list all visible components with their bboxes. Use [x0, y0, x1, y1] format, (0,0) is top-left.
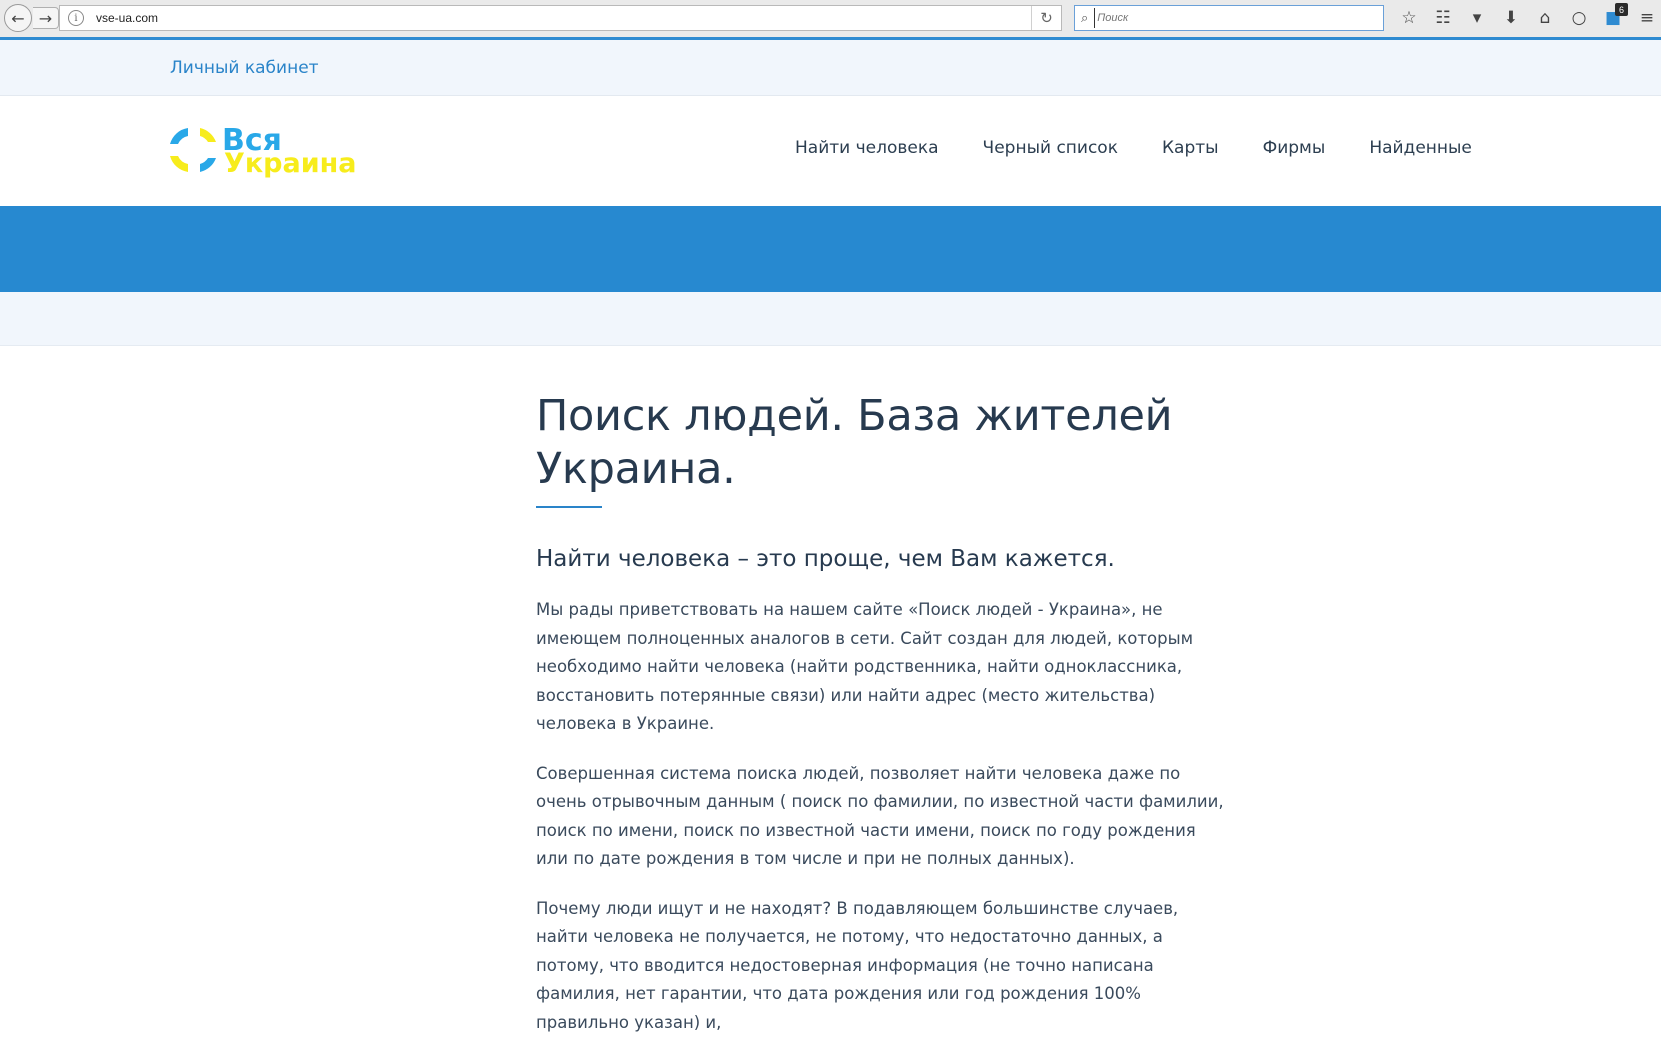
intro-paragraph: Мы рады приветствовать на нашем сайте «П… [536, 596, 1226, 739]
arrow-left-icon: ← [11, 9, 24, 28]
nav-black-list[interactable]: Черный список [983, 138, 1118, 158]
magnifier-icon: ⌕ [1081, 11, 1088, 26]
download-arrow-icon[interactable]: ⬇ [1494, 4, 1528, 32]
info-icon[interactable]: i [68, 10, 84, 26]
browser-search-input[interactable] [1094, 8, 1354, 28]
nav-find-person[interactable]: Найти человека [795, 138, 939, 158]
account-icon[interactable]: ■ 6 [1596, 4, 1630, 32]
pocket-icon[interactable]: ▾ [1460, 4, 1494, 32]
nav-found[interactable]: Найденные [1369, 138, 1472, 158]
site-logo[interactable]: Вся Украина [164, 120, 364, 180]
page-title: Поиск людей. База жителей Украина. [536, 390, 1226, 496]
toolbar-icons: ☆ ☷ ▾ ⬇ ⌂ ○ ■ 6 ≡ [1392, 4, 1661, 32]
site-header: Вся Украина Найти человека Черный список… [0, 96, 1661, 206]
url-text[interactable]: vse-ua.com [96, 11, 158, 25]
star-icon[interactable]: ☆ [1392, 4, 1426, 32]
browser-toolbar: ← → i vse-ua.com ↻ ⌕ ☆ ☷ ▾ ⬇ ⌂ ○ ■ 6 ≡ [0, 0, 1661, 40]
site-topbar: Личный кабинет [0, 40, 1661, 96]
hero-banner [0, 206, 1661, 292]
address-bar[interactable]: i vse-ua.com ↻ [59, 5, 1062, 31]
forward-button[interactable]: → [33, 7, 59, 29]
clipboard-icon[interactable]: ☷ [1426, 4, 1460, 32]
reload-button[interactable]: ↻ [1031, 6, 1061, 30]
personal-account-link[interactable]: Личный кабинет [170, 58, 319, 78]
nav-maps[interactable]: Карты [1162, 138, 1219, 158]
logo-text-line2: Украина [224, 148, 356, 179]
logo-ring-icon [170, 128, 216, 172]
page-subtitle: Найти человека – это проще, чем Вам каже… [536, 544, 1226, 574]
notification-badge: 6 [1615, 3, 1628, 16]
title-underline [536, 506, 602, 508]
speech-bubble-icon[interactable]: ○ [1562, 4, 1596, 32]
arrow-right-icon: → [39, 9, 52, 28]
nav-companies[interactable]: Фирмы [1263, 138, 1326, 158]
reload-icon: ↻ [1040, 9, 1053, 27]
back-button[interactable]: ← [4, 4, 32, 32]
main-navigation: Найти человека Черный список Карты Фирмы… [795, 138, 1472, 158]
browser-search-bar[interactable]: ⌕ [1074, 5, 1384, 31]
main-content: Поиск людей. База жителей Украина. Найти… [536, 390, 1226, 1037]
search-system-paragraph: Совершенная система поиска людей, позвол… [536, 760, 1226, 874]
hamburger-menu-icon[interactable]: ≡ [1630, 4, 1661, 32]
why-not-found-paragraph: Почему люди ищут и не находят? В подавля… [536, 895, 1226, 1037]
sub-banner-band [0, 292, 1661, 346]
home-icon[interactable]: ⌂ [1528, 4, 1562, 32]
